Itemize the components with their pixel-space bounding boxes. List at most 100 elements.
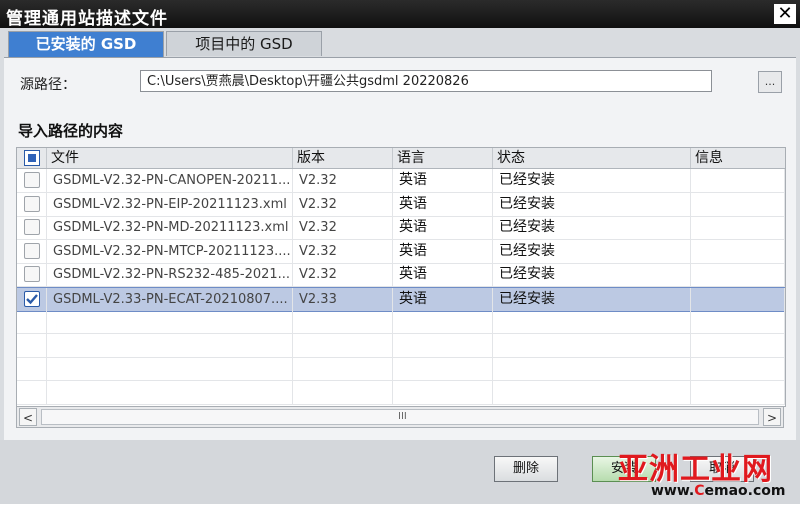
scroll-left-icon[interactable]: <	[19, 408, 37, 426]
column-header-status[interactable]: 状态	[493, 148, 691, 168]
scrollbar-grip-icon: III	[398, 411, 407, 422]
column-header-info[interactable]: 信息	[691, 148, 785, 168]
row-checkbox[interactable]	[24, 219, 40, 235]
cell-version: V2.33	[293, 287, 393, 311]
cell-language: 英语	[393, 216, 493, 239]
checkbox-cell	[17, 169, 47, 192]
empty-cell	[691, 380, 785, 404]
table-row[interactable]: GSDML-V2.32-PN-MD-20211123.xml V2.32 英语 已经安…	[17, 216, 785, 240]
gsd-file-table: 文件 版本 语言 状态 信息 GSDML-V2.32-PN-CANOPEN-20…	[16, 147, 786, 407]
delete-button[interactable]: 删除	[494, 456, 558, 482]
empty-cell	[17, 357, 47, 380]
table-header: 文件 版本 语言 状态 信息	[17, 148, 785, 169]
empty-cell	[393, 333, 493, 357]
row-checkbox[interactable]	[24, 172, 40, 188]
empty-cell	[17, 333, 47, 357]
checkbox-cell	[17, 216, 47, 239]
table-row[interactable]: GSDML-V2.33-PN-ECAT-20210807.... V2.33 英语已…	[17, 286, 785, 312]
select-all-checkbox[interactable]	[24, 150, 40, 166]
section-title: 导入路径的内容	[18, 122, 124, 140]
empty-cell	[293, 310, 393, 333]
empty-cell	[17, 310, 47, 333]
empty-cell	[47, 333, 293, 357]
watermark-url-prefix: www.	[651, 483, 695, 499]
empty-cell	[493, 333, 691, 357]
cell-info	[691, 216, 785, 239]
select-all-cell	[17, 148, 47, 168]
cell-language: 英语	[393, 263, 493, 286]
empty-cell	[47, 357, 293, 380]
empty-cell	[691, 333, 785, 357]
table-row[interactable]: GSDML-V2.32-PN-RS232-485-2021... V2.32 英语已…	[17, 263, 785, 287]
column-header-version[interactable]: 版本	[293, 148, 393, 168]
checkbox-cell	[17, 192, 47, 216]
row-checkbox[interactable]	[24, 290, 40, 307]
cell-info	[691, 239, 785, 263]
empty-cell	[493, 310, 691, 333]
empty-cell	[47, 310, 293, 333]
cell-status: 已经安装	[493, 216, 691, 239]
cell-file: GSDML-V2.32-PN-EIP-20211123.xml	[47, 192, 293, 216]
empty-cell	[493, 380, 691, 404]
empty-cell	[493, 357, 691, 380]
empty-cell	[691, 357, 785, 380]
checkbox-cell	[17, 287, 47, 311]
cell-file: GSDML-V2.33-PN-ECAT-20210807....	[47, 287, 293, 311]
empty-cell	[691, 310, 785, 333]
empty-cell	[293, 357, 393, 380]
cell-version: V2.32	[293, 239, 393, 263]
empty-row	[17, 310, 785, 334]
cell-version: V2.32	[293, 216, 393, 239]
checkbox-cell	[17, 239, 47, 263]
watermark-url: www.Cemao.com	[651, 483, 786, 499]
manage-gsd-dialog: 管理通用站描述文件 ✕ 已安装的 GSD 项目中的 GSD 源路径： C:\Us…	[0, 0, 800, 504]
scrollbar-thumb[interactable]: III	[41, 409, 759, 425]
cell-status: 已经安装	[493, 287, 691, 311]
source-path-label: 源路径：	[20, 77, 76, 93]
horizontal-scrollbar[interactable]: < III >	[16, 406, 784, 428]
table-row[interactable]: GSDML-V2.32-PN-CANOPEN-20211... V2.32 英语 已经…	[17, 169, 785, 193]
empty-row	[17, 357, 785, 381]
cell-language: 英语	[393, 287, 493, 311]
table-row[interactable]: GSDML-V2.32-PN-EIP-20211123.xml V2.32 英语 已经…	[17, 192, 785, 217]
cell-language: 英语	[393, 192, 493, 216]
close-icon[interactable]: ✕	[774, 4, 796, 24]
cell-status: 已经安装	[493, 192, 691, 216]
cell-info	[691, 287, 785, 311]
empty-cell	[393, 310, 493, 333]
source-path-field[interactable]: C:\Users\贾燕晨\Desktop\开疆公共gsdml 20220826	[140, 70, 712, 92]
checkbox-cell	[17, 263, 47, 286]
cell-status: 已经安装	[493, 239, 691, 263]
row-checkbox[interactable]	[24, 195, 40, 212]
column-header-language[interactable]: 语言	[393, 148, 493, 168]
dialog-title: 管理通用站描述文件	[6, 9, 168, 29]
cell-language: 英语	[393, 239, 493, 263]
watermark-url-c: C	[694, 483, 705, 499]
checkmark-icon	[26, 293, 38, 304]
empty-cell	[47, 380, 293, 404]
tab-installed-gsd[interactable]: 已安装的 GSD	[8, 31, 164, 58]
empty-row	[17, 333, 785, 358]
tab-panel: 源路径： C:\Users\贾燕晨\Desktop\开疆公共gsdml 2022…	[4, 57, 796, 441]
table-row[interactable]: GSDML-V2.32-PN-MTCP-20211123.... V2.32 英语已…	[17, 239, 785, 264]
cell-file: GSDML-V2.32-PN-RS232-485-2021...	[47, 263, 293, 286]
cell-version: V2.32	[293, 169, 393, 192]
tab-project-gsd[interactable]: 项目中的 GSD	[166, 31, 322, 56]
empty-cell	[293, 333, 393, 357]
watermark-logo-text: 亚洲工业网	[618, 452, 773, 487]
cell-file: GSDML-V2.32-PN-MD-20211123.xml	[47, 216, 293, 239]
cell-version: V2.32	[293, 192, 393, 216]
empty-row	[17, 380, 785, 405]
cell-file: GSDML-V2.32-PN-MTCP-20211123....	[47, 239, 293, 263]
watermark-url-rest: emao.com	[704, 483, 786, 499]
cell-file: GSDML-V2.32-PN-CANOPEN-20211...	[47, 169, 293, 192]
taskbar-strip	[0, 504, 800, 510]
scroll-right-icon[interactable]: >	[763, 408, 781, 426]
browse-button[interactable]: ...	[758, 71, 782, 93]
row-checkbox[interactable]	[24, 242, 40, 259]
row-checkbox[interactable]	[24, 266, 40, 282]
cell-info	[691, 263, 785, 286]
empty-cell	[293, 380, 393, 404]
empty-cell	[393, 380, 493, 404]
column-header-file[interactable]: 文件	[47, 148, 293, 168]
